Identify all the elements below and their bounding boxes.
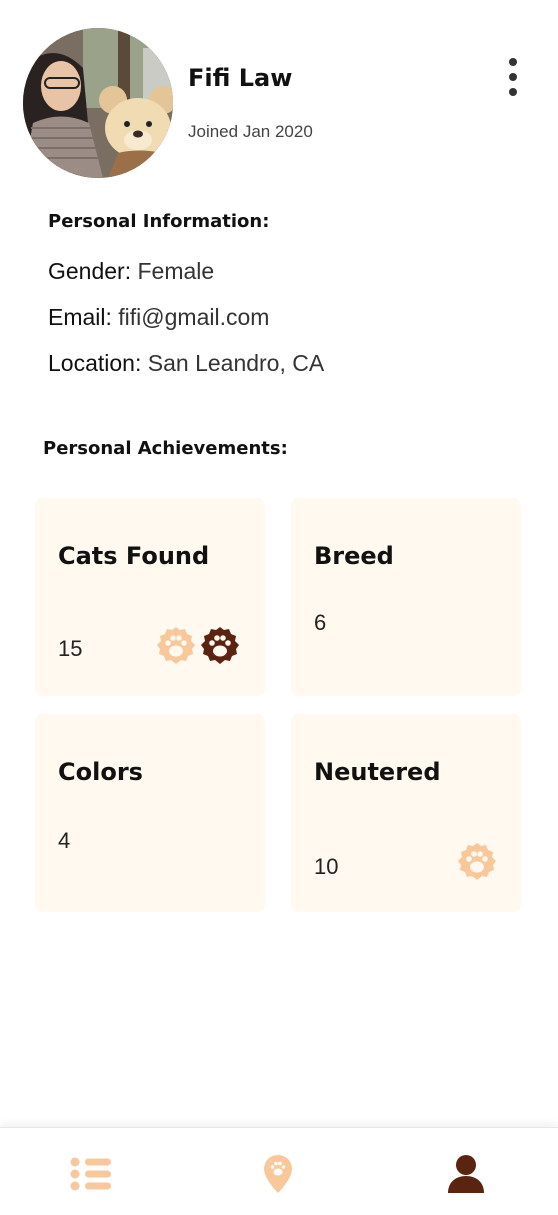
card-value: 10 (314, 854, 339, 879)
map-pin-paw-icon[interactable] (263, 1154, 293, 1194)
info-label: Gender: (48, 258, 132, 284)
avatar[interactable] (23, 28, 173, 178)
more-options-button[interactable] (500, 58, 526, 96)
kebab-dot (509, 73, 517, 81)
info-row-gender: Gender: Female (48, 258, 214, 285)
kebab-dot (509, 58, 517, 66)
card-value: 15 (58, 636, 83, 661)
profile-name: Fifi Law (188, 64, 293, 92)
card-title: Cats Found (58, 542, 210, 570)
paw-badge-light-icon (458, 843, 496, 880)
achievement-card-cats-found[interactable]: Cats Found 15 (35, 498, 265, 696)
personal-info-heading: Personal Information: (48, 211, 270, 232)
info-row-email: Email: fifi@gmail.com (48, 304, 269, 331)
card-value: 4 (58, 828, 71, 853)
info-value: fifi@gmail.com (118, 304, 270, 330)
bottom-nav-bar (0, 1127, 558, 1215)
info-label: Location: (48, 350, 142, 376)
achievement-card-neutered[interactable]: Neutered 10 (291, 714, 521, 912)
card-title: Breed (314, 542, 394, 570)
user-icon[interactable] (446, 1154, 486, 1194)
kebab-dot (509, 88, 517, 96)
paw-badge-dark-icon (201, 627, 239, 664)
paw-badge-light-icon (157, 627, 195, 664)
card-title: Colors (58, 758, 143, 786)
achievement-card-colors[interactable]: Colors 4 (35, 714, 265, 912)
list-icon[interactable] (70, 1156, 112, 1192)
info-row-location: Location: San Leandro, CA (48, 350, 324, 377)
profile-photo (23, 28, 173, 178)
joined-date: Joined Jan 2020 (188, 122, 313, 141)
info-value: San Leandro, CA (147, 350, 325, 376)
card-value: 6 (314, 610, 327, 635)
info-label: Email: (48, 304, 112, 330)
info-value: Female (137, 258, 215, 284)
achievement-card-breed[interactable]: Breed 6 (291, 498, 521, 696)
card-title: Neutered (314, 758, 441, 786)
achievements-heading: Personal Achievements: (43, 438, 288, 459)
